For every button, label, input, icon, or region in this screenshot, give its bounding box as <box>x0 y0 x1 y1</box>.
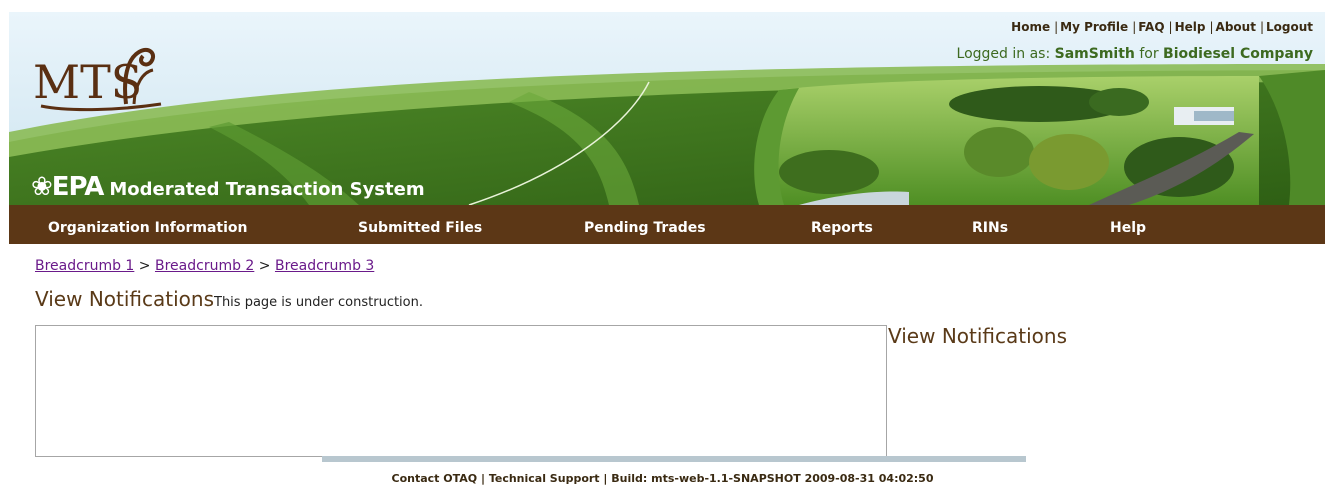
system-name: Moderated Transaction System <box>109 179 425 200</box>
footer: Contact OTAQ | Technical Support | Build… <box>0 472 1325 485</box>
logged-in-user: SamSmith <box>1054 46 1135 62</box>
page-heading: View NotificationsThis page is under con… <box>35 287 423 311</box>
epa-title: ❀EPA Moderated Transaction System <box>31 172 425 202</box>
breadcrumb: Breadcrumb 1 > Breadcrumb 2 > Breadcrumb… <box>35 258 374 274</box>
notifications-panel <box>35 325 887 457</box>
epa-mark: EPA <box>51 172 105 202</box>
nav-organization-information[interactable]: Organization Information <box>48 205 248 244</box>
logged-in-middle: for <box>1134 46 1164 62</box>
breadcrumb-3[interactable]: Breadcrumb 3 <box>275 258 374 274</box>
header-banner: MTS ❀EPA Moderated Transaction System Hom… <box>9 12 1325 205</box>
main-nav: Organization Information Submitted Files… <box>9 205 1325 244</box>
side-title: View Notifications <box>888 324 1067 348</box>
logged-in-company: Biodiesel Company <box>1163 46 1313 62</box>
top-link-faq[interactable]: FAQ <box>1138 20 1164 34</box>
construction-note: This page is under construction. <box>214 295 423 310</box>
footer-support-link[interactable]: Technical Support <box>489 472 600 485</box>
footer-build: Build: mts-web-1.1-SNAPSHOT 2009-08-31 0… <box>611 472 934 485</box>
breadcrumb-1[interactable]: Breadcrumb 1 <box>35 258 134 274</box>
nav-reports[interactable]: Reports <box>811 205 873 244</box>
footer-contact-link[interactable]: Contact OTAQ <box>392 472 478 485</box>
page: MTS ❀EPA Moderated Transaction System Hom… <box>0 0 1325 485</box>
breadcrumb-2[interactable]: Breadcrumb 2 <box>155 258 254 274</box>
mts-logo: MTS <box>33 47 162 112</box>
footer-separator: | <box>477 472 489 485</box>
footer-separator: | <box>599 472 612 485</box>
nav-help[interactable]: Help <box>1110 205 1146 244</box>
breadcrumb-separator: > <box>134 258 155 274</box>
breadcrumb-separator: > <box>254 258 275 274</box>
top-link-home[interactable]: Home <box>1011 20 1050 34</box>
top-link-about[interactable]: About <box>1216 20 1256 34</box>
nav-submitted-files[interactable]: Submitted Files <box>358 205 482 244</box>
logged-in-prefix: Logged in as: <box>956 46 1055 62</box>
nav-rins[interactable]: RINs <box>972 205 1008 244</box>
logged-in-status: Logged in as: SamSmith for Biodiesel Com… <box>957 46 1313 62</box>
top-link-help[interactable]: Help <box>1175 20 1206 34</box>
nav-pending-trades[interactable]: Pending Trades <box>584 205 706 244</box>
top-link-logout[interactable]: Logout <box>1266 20 1313 34</box>
footer-divider <box>322 456 1026 462</box>
page-title: View Notifications <box>35 287 214 311</box>
epa-flower-icon: ❀ <box>31 172 53 202</box>
top-link-my-profile[interactable]: My Profile <box>1060 20 1128 34</box>
top-links: Home | My Profile | FAQ | Help | About | Logout <box>1011 20 1313 34</box>
